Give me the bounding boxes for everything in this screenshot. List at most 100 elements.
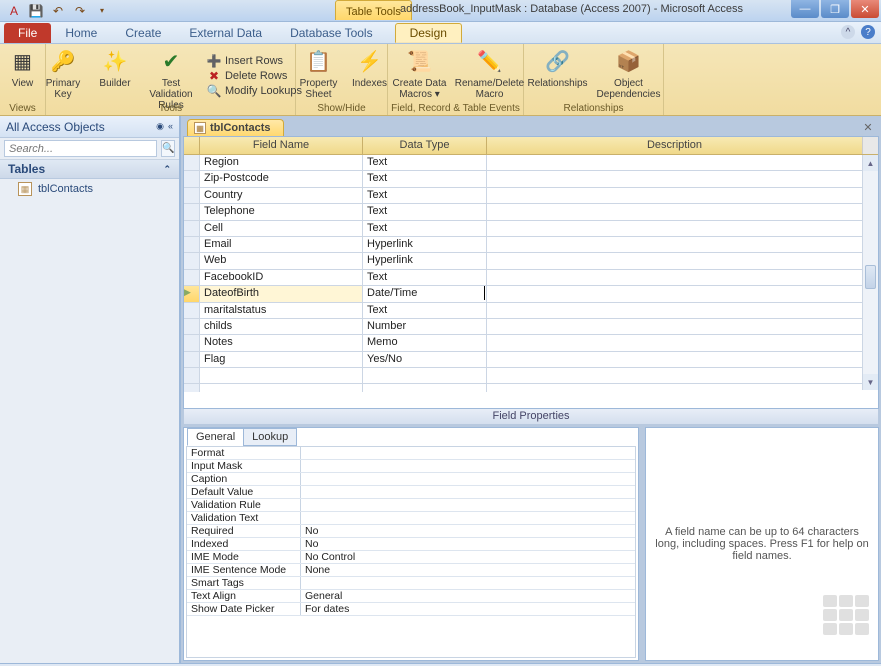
- field-row[interactable]: maritalstatusText: [184, 303, 878, 319]
- data-type-cell[interactable]: Text: [363, 303, 487, 319]
- insert-rows-button[interactable]: ➕Insert Rows: [207, 54, 302, 68]
- tab-database-tools[interactable]: Database Tools: [276, 23, 387, 43]
- field-name-cell[interactable]: Flag: [200, 352, 363, 368]
- description-cell[interactable]: [487, 384, 878, 392]
- row-selector[interactable]: [184, 171, 200, 187]
- indexes-button[interactable]: ⚡Indexes: [351, 48, 389, 89]
- data-type-cell[interactable]: Date/Time: [363, 286, 487, 302]
- field-name-cell[interactable]: Cell: [200, 221, 363, 237]
- property-value[interactable]: For dates: [301, 603, 635, 615]
- property-value[interactable]: General: [301, 590, 635, 602]
- field-name-cell[interactable]: [200, 368, 363, 384]
- search-button[interactable]: 🔍: [161, 140, 175, 157]
- description-cell[interactable]: [487, 237, 878, 253]
- field-row[interactable]: ▶DateofBirthDate/Time: [184, 286, 878, 302]
- property-row[interactable]: Caption: [187, 473, 635, 486]
- property-value[interactable]: No: [301, 538, 635, 550]
- qat-customize-icon[interactable]: ▾: [94, 3, 110, 19]
- property-value[interactable]: No Control: [301, 551, 635, 563]
- field-row[interactable]: Zip-PostcodeText: [184, 171, 878, 187]
- property-value[interactable]: [301, 512, 635, 524]
- description-cell[interactable]: [487, 286, 878, 302]
- property-row[interactable]: Validation Text: [187, 512, 635, 525]
- data-type-cell[interactable]: Memo: [363, 335, 487, 351]
- description-cell[interactable]: [487, 221, 878, 237]
- tab-external-data[interactable]: External Data: [175, 23, 276, 43]
- field-name-cell[interactable]: Country: [200, 188, 363, 204]
- delete-rows-button[interactable]: ✖Delete Rows: [207, 69, 302, 83]
- data-type-cell[interactable]: Number: [363, 319, 487, 335]
- document-tab-tblcontacts[interactable]: ▦ tblContacts: [187, 119, 284, 136]
- tab-create[interactable]: Create: [111, 23, 175, 43]
- data-type-cell[interactable]: Text: [363, 270, 487, 286]
- row-selector[interactable]: [184, 188, 200, 204]
- data-type-cell[interactable]: Hyperlink: [363, 237, 487, 253]
- property-row[interactable]: Format: [187, 447, 635, 460]
- row-selector[interactable]: [184, 303, 200, 319]
- field-row[interactable]: CellText: [184, 221, 878, 237]
- data-type-cell[interactable]: Text: [363, 155, 487, 171]
- row-selector[interactable]: ▶: [184, 286, 200, 302]
- prop-tab-lookup[interactable]: Lookup: [243, 428, 297, 446]
- description-cell[interactable]: [487, 253, 878, 269]
- object-dependencies-button[interactable]: 📦Object Dependencies: [597, 48, 661, 100]
- data-type-cell[interactable]: Text: [363, 221, 487, 237]
- property-grid[interactable]: FormatInput MaskCaptionDefault ValueVali…: [186, 446, 636, 658]
- nav-item-tblcontacts[interactable]: ▦ tblContacts: [0, 179, 179, 199]
- field-name-cell[interactable]: Zip-Postcode: [200, 171, 363, 187]
- test-validation-button[interactable]: ✔Test Validation Rules: [143, 48, 199, 111]
- data-type-cell[interactable]: Text: [363, 188, 487, 204]
- create-data-macros-button[interactable]: 📜Create Data Macros ▾: [390, 48, 450, 100]
- column-header-fieldname[interactable]: Field Name: [200, 137, 363, 154]
- nav-collapse-icon[interactable]: «: [168, 121, 173, 132]
- tab-file[interactable]: File: [4, 23, 51, 43]
- description-cell[interactable]: [487, 335, 878, 351]
- field-name-cell[interactable]: DateofBirth: [200, 286, 363, 302]
- description-cell[interactable]: [487, 204, 878, 220]
- search-input[interactable]: [4, 140, 157, 157]
- data-type-cell[interactable]: [363, 384, 487, 392]
- property-value[interactable]: [301, 486, 635, 498]
- row-selector[interactable]: [184, 352, 200, 368]
- nav-filter-icon[interactable]: ◉: [156, 121, 164, 132]
- row-selector[interactable]: [184, 384, 200, 392]
- minimize-button[interactable]: —: [791, 0, 819, 18]
- field-row[interactable]: TelephoneText: [184, 204, 878, 220]
- description-cell[interactable]: [487, 303, 878, 319]
- field-row[interactable]: [184, 384, 878, 392]
- property-value[interactable]: [301, 460, 635, 472]
- row-selector-header[interactable]: [184, 137, 200, 154]
- builder-button[interactable]: ✨Builder: [95, 48, 135, 89]
- field-row[interactable]: FlagYes/No: [184, 352, 878, 368]
- tab-design[interactable]: Design: [395, 23, 462, 43]
- property-value[interactable]: [301, 577, 635, 589]
- property-sheet-button[interactable]: 📋Property Sheet: [295, 48, 343, 100]
- field-row[interactable]: NotesMemo: [184, 335, 878, 351]
- undo-icon[interactable]: ↶: [50, 3, 66, 19]
- row-selector[interactable]: [184, 237, 200, 253]
- scroll-down-icon[interactable]: ▼: [863, 374, 878, 390]
- field-name-cell[interactable]: FacebookID: [200, 270, 363, 286]
- nav-group-tables[interactable]: Tables ⌃: [0, 160, 179, 179]
- close-button[interactable]: ✕: [851, 0, 879, 18]
- property-value[interactable]: [301, 447, 635, 459]
- field-name-cell[interactable]: Web: [200, 253, 363, 269]
- property-value[interactable]: [301, 473, 635, 485]
- column-header-description[interactable]: Description: [487, 137, 862, 154]
- property-row[interactable]: Smart Tags: [187, 577, 635, 590]
- data-type-cell[interactable]: Text: [363, 171, 487, 187]
- prop-tab-general[interactable]: General: [187, 428, 244, 446]
- property-row[interactable]: IndexedNo: [187, 538, 635, 551]
- row-selector[interactable]: [184, 204, 200, 220]
- property-value[interactable]: No: [301, 525, 635, 537]
- minimize-ribbon-icon[interactable]: ^: [841, 25, 855, 39]
- help-icon[interactable]: ?: [861, 25, 875, 39]
- field-row[interactable]: WebHyperlink: [184, 253, 878, 269]
- save-icon[interactable]: 💾: [28, 3, 44, 19]
- collapse-group-icon[interactable]: ⌃: [163, 164, 171, 175]
- field-name-cell[interactable]: childs: [200, 319, 363, 335]
- property-row[interactable]: IME Sentence ModeNone: [187, 564, 635, 577]
- row-selector[interactable]: [184, 335, 200, 351]
- redo-icon[interactable]: ↷: [72, 3, 88, 19]
- field-name-cell[interactable]: maritalstatus: [200, 303, 363, 319]
